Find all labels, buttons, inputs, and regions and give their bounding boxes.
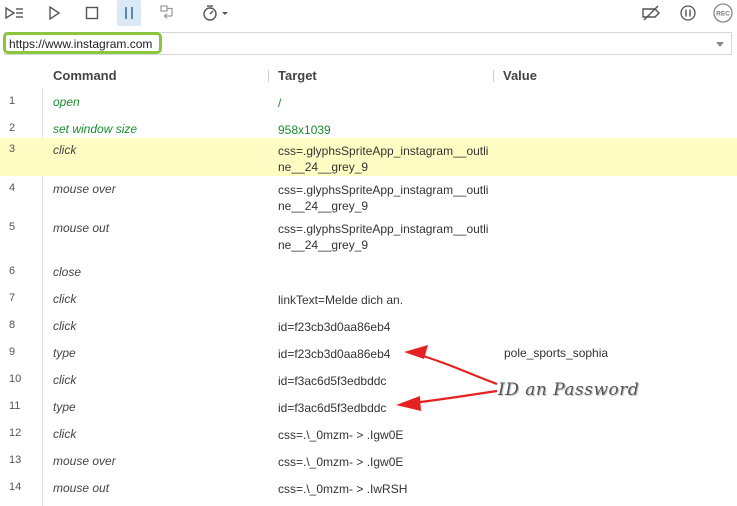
table-row[interactable]: 6 close xyxy=(0,265,737,287)
stop-icon xyxy=(85,6,99,20)
row-number: 4 xyxy=(9,182,16,194)
toolbar: REC xyxy=(0,0,737,26)
row-number: 3 xyxy=(9,143,16,155)
command-cell: mouse out xyxy=(53,221,110,235)
command-cell: set window size xyxy=(53,122,138,136)
command-cell: click xyxy=(53,319,77,333)
row-number: 8 xyxy=(9,319,16,331)
target-cell: / xyxy=(278,96,282,110)
command-cell: mouse over xyxy=(53,454,116,468)
target-cell: css=.glyphsSpriteApp_instagram__outline_… xyxy=(278,222,489,252)
target-cell: 958x1039 xyxy=(278,123,331,137)
row-number: 10 xyxy=(9,373,22,385)
run-current-test-icon xyxy=(49,5,61,21)
header-target[interactable]: Target xyxy=(278,68,317,83)
target-cell: linkText=Melde dich an. xyxy=(278,293,404,307)
target-cell: css=.\_0mzm- > .IwRSH xyxy=(278,482,408,496)
value-cell: pole_sports_sophia xyxy=(504,346,609,360)
table-row[interactable]: 14 mouse out css=.\_0mzm- > .IwRSH xyxy=(0,481,737,503)
header-value[interactable]: Value xyxy=(503,68,537,83)
disable-breakpoints-icon xyxy=(642,5,660,21)
step-over-button[interactable] xyxy=(156,0,180,26)
url-dropdown-caret-icon[interactable] xyxy=(716,42,724,47)
pause-icon xyxy=(125,7,133,19)
table-row[interactable]: 5 mouse out css=.glyphsSpriteApp_instagram… xyxy=(0,221,737,259)
command-cell: click xyxy=(53,373,77,387)
table-row[interactable]: 1 open / xyxy=(0,95,737,117)
command-cell: open xyxy=(53,95,80,109)
pause-on-exceptions-button[interactable] xyxy=(676,0,700,26)
command-cell: mouse over xyxy=(53,182,116,196)
row-number: 14 xyxy=(9,481,22,493)
target-cell: id=f23cb3d0aa86eb4 xyxy=(278,347,391,361)
command-cell: click xyxy=(53,292,77,306)
command-cell: type xyxy=(53,346,76,360)
target-cell: css=.glyphsSpriteApp_instagram__outline_… xyxy=(278,144,489,174)
command-cell: close xyxy=(53,265,82,279)
target-cell: css=.\_0mzm- > .Igw0E xyxy=(278,428,404,442)
command-cell: click xyxy=(53,427,77,441)
row-number: 2 xyxy=(9,122,16,134)
run-all-tests-button[interactable] xyxy=(2,0,28,26)
target-cell: id=f3ac6d5f3edbddc xyxy=(278,401,387,415)
record-label: REC xyxy=(716,11,730,18)
base-url-value[interactable]: https://www.instagram.com xyxy=(9,37,152,51)
table-header: Command Target Value xyxy=(0,62,737,86)
column-resize-handle[interactable] xyxy=(268,70,269,82)
annotation-label: ID an Password xyxy=(498,380,640,400)
column-resize-handle[interactable] xyxy=(493,70,494,82)
target-cell: id=f23cb3d0aa86eb4 xyxy=(278,320,391,334)
record-icon: REC xyxy=(713,3,733,23)
test-speed-icon xyxy=(203,5,228,21)
command-cell: type xyxy=(53,400,76,414)
table-row[interactable]: 7 click linkText=Melde dich an. xyxy=(0,292,737,314)
command-cell: mouse out xyxy=(53,481,110,495)
table-row[interactable]: 9 type id=f23cb3d0aa86eb4 pole_sports_sophi… xyxy=(0,346,737,368)
table-row[interactable]: 4 mouse over css=.glyphsSpriteApp_instagra… xyxy=(0,182,737,220)
record-button[interactable]: REC xyxy=(710,0,736,26)
run-current-test-button[interactable] xyxy=(42,0,66,26)
run-all-tests-icon xyxy=(5,6,23,20)
table-row[interactable]: 12 click css=.\_0mzm- > .Igw0E xyxy=(0,427,737,449)
pause-button[interactable] xyxy=(117,0,141,26)
pause-on-exceptions-icon xyxy=(680,5,696,21)
row-number: 12 xyxy=(9,427,22,439)
row-number: 7 xyxy=(9,292,16,304)
row-number: 6 xyxy=(9,265,16,277)
table-row[interactable]: 8 click id=f23cb3d0aa86eb4 xyxy=(0,319,737,341)
stop-button[interactable] xyxy=(80,0,104,26)
row-number: 9 xyxy=(9,346,16,358)
table-row[interactable]: 11 type id=f3ac6d5f3edbddc xyxy=(0,400,737,422)
table-row[interactable]: 3 click css=.glyphsSpriteApp_instagram__ou… xyxy=(0,138,737,176)
row-number: 11 xyxy=(9,400,21,412)
target-cell: id=f3ac6d5f3edbddc xyxy=(278,374,387,388)
disable-breakpoints-button[interactable] xyxy=(639,0,663,26)
step-over-icon xyxy=(160,5,173,19)
row-number: 1 xyxy=(9,95,16,107)
row-number: 13 xyxy=(9,454,22,466)
row-number: 5 xyxy=(9,221,16,233)
test-speed-button[interactable] xyxy=(198,0,232,26)
command-cell: click xyxy=(53,143,77,157)
target-cell: css=.glyphsSpriteApp_instagram__outline_… xyxy=(278,183,489,213)
target-cell: css=.\_0mzm- > .Igw0E xyxy=(278,455,404,469)
header-command[interactable]: Command xyxy=(53,68,117,83)
table-row[interactable]: 13 mouse over css=.\_0mzm- > .Igw0E xyxy=(0,454,737,476)
